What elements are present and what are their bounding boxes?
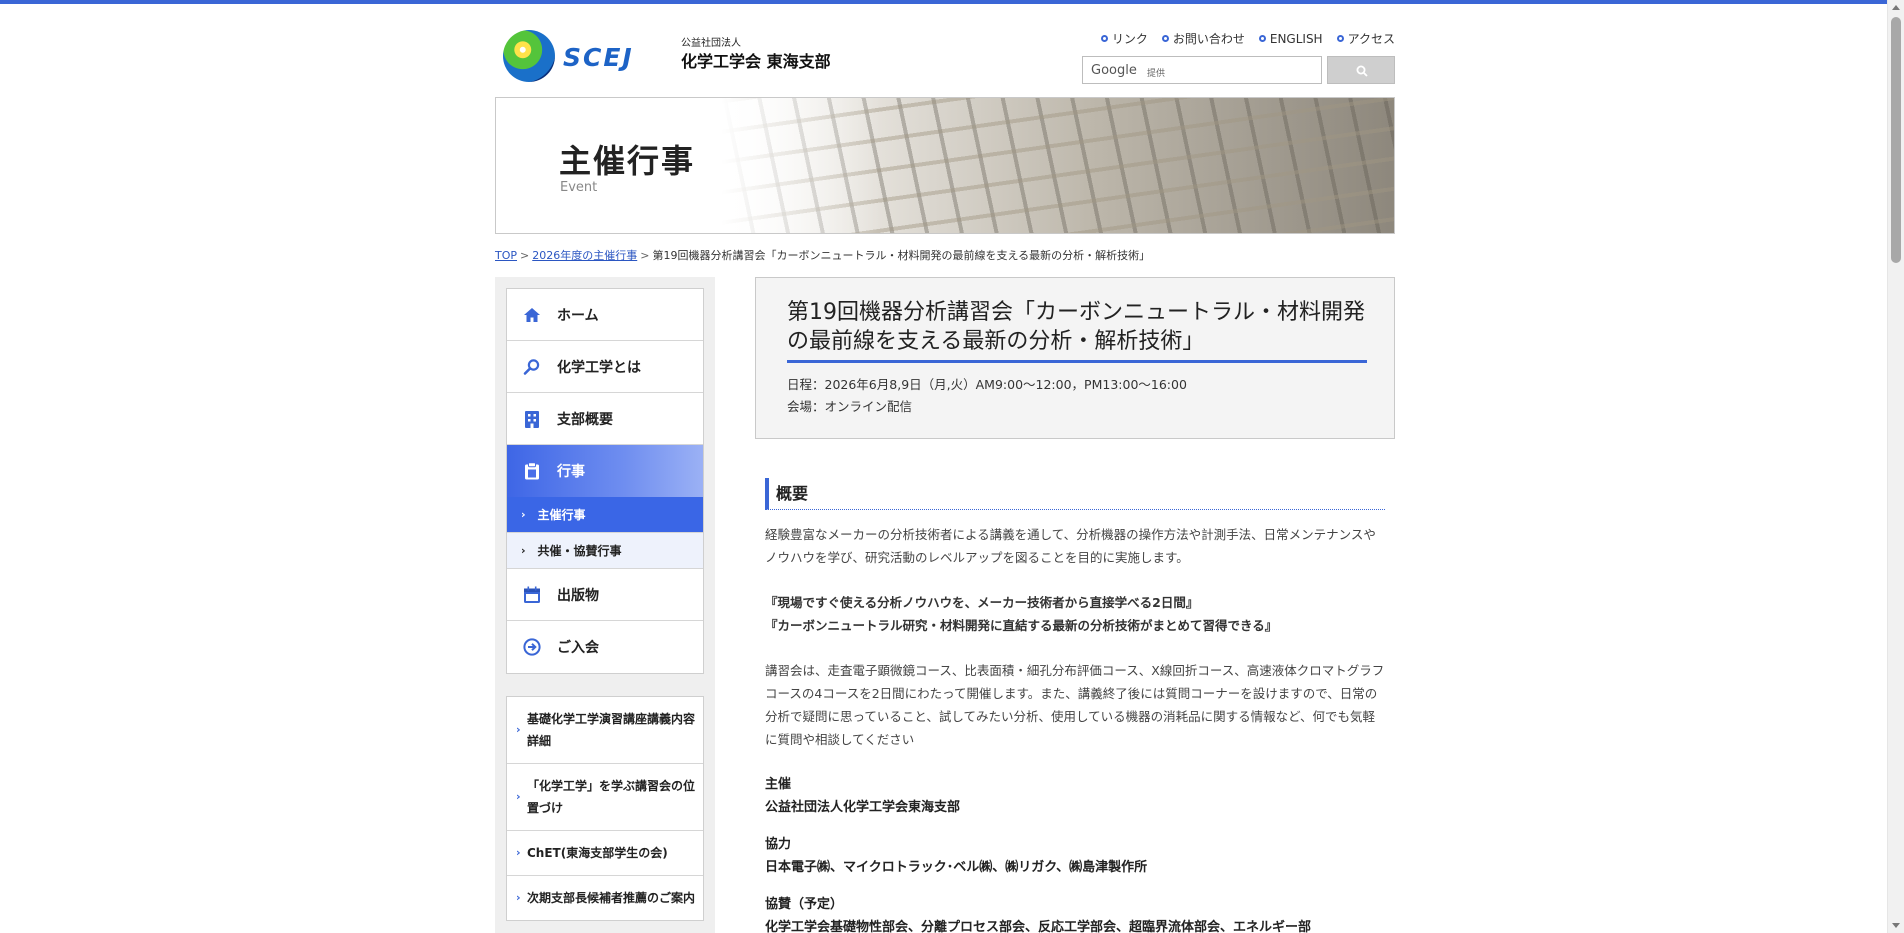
- support-block: 協賛（予定） 化学工学会基礎物性部会、分離プロセス部会、反応工学部会、超臨界流体…: [765, 893, 1385, 933]
- highlight-block: 『現場ですぐ使える分析ノウハウを、メーカー技術者から直接学べる2日間』 『カーボ…: [765, 591, 1385, 637]
- google-label: Google: [1091, 63, 1137, 78]
- organizer-block: 主催 公益社団法人化学工学会東海支部: [765, 773, 1385, 819]
- utility-links: リンク お問い合わせ ENGLISH アクセス: [1100, 30, 1395, 47]
- magnifier-icon: [521, 356, 543, 378]
- sidebar-link-chet[interactable]: › ChET(東海支部学生の会): [507, 831, 703, 876]
- cooperation-value: 日本電子㈱、マイクロトラック･ベル㈱、㈱リガク、㈱島津製作所: [765, 860, 1148, 875]
- util-link-links[interactable]: リンク: [1100, 30, 1148, 47]
- scroll-thumb[interactable]: [1891, 17, 1901, 263]
- calendar-icon: [521, 584, 543, 606]
- util-link-english[interactable]: ENGLISH: [1258, 30, 1323, 47]
- site-logo[interactable]: SCEJ 公益社団法人 化学工学会 東海支部: [503, 28, 843, 84]
- nav-item-publications[interactable]: 出版物: [507, 569, 703, 621]
- chevron-right-icon: ›: [516, 846, 521, 859]
- util-link-access[interactable]: アクセス: [1336, 30, 1395, 47]
- search-icon: [1356, 65, 1368, 77]
- org-name: 化学工学会 東海支部: [681, 52, 831, 71]
- page-banner: 主催行事 Event: [495, 97, 1395, 234]
- search-button[interactable]: [1327, 56, 1395, 84]
- building-icon: [521, 408, 543, 430]
- nav-item-join[interactable]: ご入会: [507, 621, 703, 673]
- cooperation-block: 協力 日本電子㈱、マイクロトラック･ベル㈱、㈱リガク、㈱島津製作所: [765, 833, 1385, 879]
- globe-logo-icon: [503, 30, 555, 82]
- nav-sub-cosponsored-events[interactable]: › 共催・協賛行事: [507, 533, 703, 569]
- banner-title: 主催行事: [559, 142, 696, 180]
- highlight-line: 『カーボンニュートラル研究・材料開発に直結する最新の分析技術がまとめて習得できる…: [765, 618, 1278, 633]
- nav-item-about-chemeng[interactable]: 化学工学とは: [507, 341, 703, 393]
- chevron-right-icon: ›: [516, 790, 521, 803]
- courses-paragraph: 講習会は、走査電子顕微鏡コース、比表面積・細孔分布評価コース、X線回折コース、高…: [765, 663, 1385, 747]
- nav-sub-hosted-events[interactable]: › 主催行事: [507, 497, 703, 533]
- logo-wordmark: SCEJ: [563, 43, 634, 72]
- page-container: SCEJ 公益社団法人 化学工学会 東海支部 リンク お問い合わせ ENGLIS…: [495, 4, 1395, 933]
- event-summary-box: 第19回機器分析講習会「カーボンニュートラル・材料開発の最前線を支える最新の分析…: [755, 277, 1395, 439]
- organizer-value: 公益社団法人化学工学会東海支部: [765, 800, 961, 815]
- arrow-circle-icon: [521, 636, 543, 658]
- scroll-down-icon[interactable]: [1892, 923, 1900, 928]
- breadcrumb-events[interactable]: 2026年度の主催行事: [532, 249, 637, 262]
- chevron-right-icon: ›: [521, 508, 526, 521]
- home-icon: [521, 304, 543, 326]
- breadcrumb-current: 第19回機器分析講習会「カーボンニュートラル・材料開発の最前線を支える最新の分析…: [652, 249, 1151, 262]
- breadcrumb: TOP >2026年度の主催行事 > 第19回機器分析講習会「カーボンニュートラル・材…: [495, 249, 1151, 262]
- event-venue: 会場：オンライン配信: [787, 399, 913, 414]
- section-heading-overview: 概要: [765, 478, 1385, 510]
- organizer-label: 主催: [765, 777, 792, 792]
- global-nav: ホーム 化学工学とは 支部概要 行事 › 主催行事 › 共催・協賛行事 出版物 …: [506, 288, 704, 674]
- event-title: 第19回機器分析講習会「カーボンニュートラル・材料開発の最前線を支える最新の分析…: [787, 300, 1365, 354]
- provided-label: 提供: [1147, 69, 1166, 79]
- breadcrumb-top[interactable]: TOP: [495, 249, 517, 262]
- bullet-icon: [1258, 35, 1266, 42]
- site-search: Google 提供: [1082, 56, 1395, 84]
- chevron-right-icon: ›: [516, 891, 521, 904]
- clipboard-icon: [521, 460, 543, 482]
- event-date: 日程：2026年6月8,9日（月,火）AM9:00～12:00，PM13:00～…: [787, 377, 1187, 392]
- chevron-right-icon: ›: [521, 544, 526, 557]
- sidebar-link-course-position[interactable]: › 「化学工学」を学ぶ講習会の位置づけ: [507, 764, 703, 831]
- bullet-icon: [1336, 35, 1344, 42]
- scroll-up-icon[interactable]: [1892, 5, 1900, 10]
- bullet-icon: [1161, 35, 1169, 42]
- title-underline: [787, 360, 1367, 363]
- search-input[interactable]: Google 提供: [1082, 56, 1322, 84]
- cooperation-label: 協力: [765, 837, 792, 852]
- org-subtitle: 公益社団法人: [681, 38, 741, 49]
- support-value: 化学工学会基礎物性部会、分離プロセス部会、反応工学部会、超臨界流体部会、エネルギ…: [765, 920, 1312, 933]
- support-label: 協賛（予定）: [765, 897, 844, 912]
- overview-paragraph: 経験豊富なメーカーの分析技術者による講義を通して、分析機器の操作方法や計測手法、…: [765, 527, 1376, 565]
- sidebar-link-recommendation[interactable]: › 次期支部長候補者推薦のご案内: [507, 876, 703, 920]
- chevron-right-icon: ›: [516, 723, 521, 736]
- page-scrollbar[interactable]: [1887, 0, 1904, 933]
- util-link-contact[interactable]: お問い合わせ: [1161, 30, 1245, 47]
- sidebar-link-basic-course[interactable]: › 基礎化学工学演習講座講義内容詳細: [507, 697, 703, 764]
- bullet-icon: [1100, 35, 1108, 42]
- highlight-line: 『現場ですぐ使える分析ノウハウを、メーカー技術者から直接学べる2日間』: [765, 595, 1199, 610]
- nav-item-branch-overview[interactable]: 支部概要: [507, 393, 703, 445]
- sidebar-banners: › 基礎化学工学演習講座講義内容詳細 › 「化学工学」を学ぶ講習会の位置づけ ›…: [506, 696, 704, 921]
- nav-item-events[interactable]: 行事: [507, 445, 703, 497]
- banner-subtitle: Event: [560, 180, 598, 195]
- nav-item-home[interactable]: ホーム: [507, 289, 703, 341]
